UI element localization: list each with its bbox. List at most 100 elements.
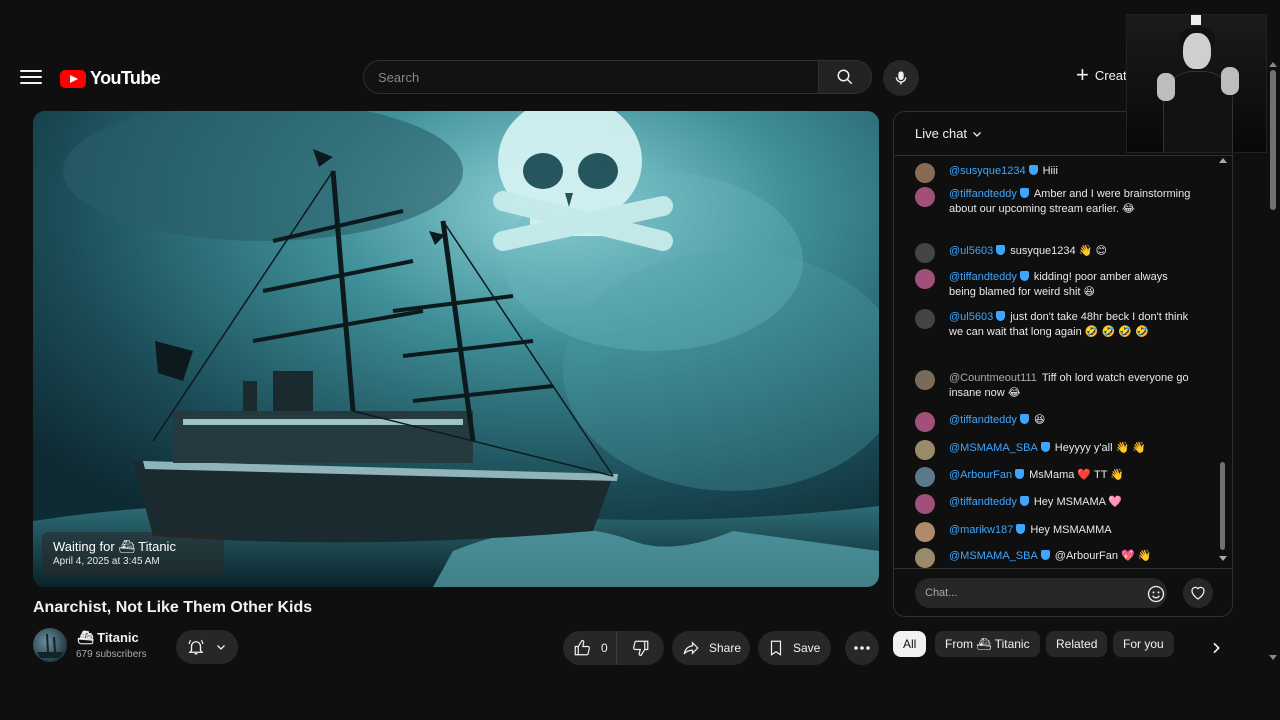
waiting-overlay: Waiting for ⛴ Titanic April 4, 2025 at 3… <box>42 532 224 575</box>
share-button[interactable]: Share <box>672 631 750 665</box>
chat-scroll-down[interactable] <box>1219 556 1227 561</box>
chat-author-name[interactable]: @tiffandteddy <box>949 414 1029 426</box>
chat-author-name[interactable]: @MSMAMA_SBA <box>949 442 1050 454</box>
chat-author-avatar[interactable] <box>915 269 935 289</box>
page-scroll-down[interactable] <box>1269 655 1277 660</box>
chat-scrollbar[interactable] <box>1220 462 1225 550</box>
chat-input[interactable] <box>915 578 1167 608</box>
verified-badge-icon <box>1016 524 1026 534</box>
notification-button[interactable] <box>176 630 238 664</box>
share-label: Share <box>709 641 742 655</box>
chat-author-avatar[interactable] <box>915 163 935 183</box>
chat-author-avatar[interactable] <box>915 548 935 568</box>
logo-text: YouTube <box>90 68 161 88</box>
chat-author-name[interactable]: @ArbourFan <box>949 469 1025 481</box>
verified-badge-icon <box>1019 188 1029 198</box>
chat-author-name[interactable]: @tiffandteddy <box>949 188 1029 200</box>
more-actions-button[interactable] <box>845 631 879 665</box>
subscriber-count: 679 subscribers <box>76 649 147 660</box>
youtube-play-icon <box>60 69 86 88</box>
chat-message-text: @ArbourFan 💖 👋 <box>1054 550 1152 562</box>
search-button[interactable] <box>818 60 872 94</box>
video-thumbnail <box>33 111 879 587</box>
live-chat-label: Live chat <box>915 126 968 141</box>
dislike-button[interactable] <box>617 631 664 665</box>
emoji-icon <box>1147 585 1165 603</box>
chat-author-name[interactable]: @ul5603 <box>949 311 1006 323</box>
chat-message-body: @tiffandteddy Hey MSMAMA 🩷 <box>949 495 1194 510</box>
page-scrollbar[interactable] <box>1270 70 1276 210</box>
chat-author-name[interactable]: @marikw187 <box>949 524 1026 536</box>
chevron-right-icon <box>1213 642 1220 654</box>
chip-from-channel[interactable]: From ⛴ Titanic <box>935 631 1040 657</box>
chat-message-body: @marikw187 Hey MSMAMMA <box>949 523 1194 538</box>
verified-badge-icon <box>1028 165 1038 175</box>
bell-icon <box>188 639 204 655</box>
chip-for-you[interactable]: For you <box>1113 631 1174 657</box>
waiting-title: Waiting for ⛴ Titanic <box>53 539 176 554</box>
save-button[interactable]: Save <box>758 631 831 665</box>
chat-message-list[interactable]: @susyque1234 Hiii @tiffandteddy Amber and I… <box>894 157 1232 568</box>
chat-author-name[interactable]: @tiffandteddy <box>949 271 1029 283</box>
chat-author-avatar[interactable] <box>915 187 935 207</box>
chat-message-text: 😆 <box>1033 414 1046 426</box>
verified-badge-icon <box>1019 496 1029 506</box>
chip-all[interactable]: All <box>893 631 927 657</box>
video-player[interactable] <box>33 111 879 587</box>
page-scroll-up[interactable] <box>1269 62 1277 67</box>
chat-author-name[interactable]: @MSMAMA_SBA <box>949 550 1050 562</box>
verified-badge-icon <box>1019 271 1029 281</box>
thumbs-up-icon <box>574 639 590 656</box>
channel-avatar[interactable] <box>33 628 67 662</box>
chat-message-body: @Countmeout111 Tiff oh lord watch everyon… <box>949 371 1194 401</box>
chat-message-body: @MSMAMA_SBA Heyyyy y'all 👋 👋 <box>949 441 1194 456</box>
chat-author-name[interactable]: @tiffandteddy <box>949 496 1029 508</box>
emoji-button[interactable] <box>1146 584 1166 609</box>
chat-message-text: MsMama ❤️ TT 👋 <box>1029 469 1124 481</box>
chips-next-button[interactable] <box>1208 640 1224 661</box>
verified-badge-icon <box>1040 550 1050 560</box>
chat-author-avatar[interactable] <box>915 243 935 263</box>
chat-message-body: @tiffandteddy kidding! poor amber always … <box>949 270 1194 300</box>
chat-author-avatar[interactable] <box>915 309 935 329</box>
menu-icon[interactable] <box>20 66 42 88</box>
chat-author-avatar[interactable] <box>915 440 935 460</box>
chat-author-avatar[interactable] <box>915 467 935 487</box>
verified-badge-icon <box>996 245 1006 255</box>
voice-search-button[interactable] <box>883 60 919 96</box>
live-chat-panel: Live chat @susyque1234 Hiii @tiffandteddy A… <box>893 111 1233 617</box>
like-button[interactable]: 0 <box>563 631 617 665</box>
scheduled-date: April 4, 2025 at 3:45 AM <box>53 556 160 567</box>
chat-author-name[interactable]: @ul5603 <box>949 245 1006 257</box>
show-appreciation-button[interactable] <box>1183 578 1213 608</box>
chat-message-text: Heyyyy y'all 👋 👋 <box>1054 442 1147 454</box>
channel-name[interactable]: ⛴ Titanic <box>77 630 139 646</box>
chip-related[interactable]: Related <box>1046 631 1108 657</box>
chat-author-name[interactable]: @Countmeout111 <box>949 372 1037 384</box>
verified-badge-icon <box>1040 442 1050 452</box>
thumbs-down-icon <box>632 640 648 657</box>
webcam-overlay <box>1126 14 1267 153</box>
avatar-image <box>37 633 63 658</box>
chat-message-text: susyque1234 👋 😊 <box>1010 245 1107 257</box>
save-label: Save <box>793 641 821 655</box>
search-icon <box>837 69 853 85</box>
more-icon <box>854 646 870 650</box>
chevron-down-icon <box>217 645 225 650</box>
chat-author-avatar[interactable] <box>915 412 935 432</box>
verified-badge-icon <box>996 311 1006 321</box>
chat-message-body: @susyque1234 Hiii <box>949 164 1194 179</box>
chat-scroll-up[interactable] <box>1219 158 1227 163</box>
heart-icon <box>1191 586 1205 600</box>
chat-author-name[interactable]: @susyque1234 <box>949 165 1038 177</box>
youtube-logo[interactable]: YouTube <box>60 68 161 89</box>
chat-message-text: Hiii <box>1042 165 1058 177</box>
chat-author-avatar[interactable] <box>915 522 935 542</box>
verified-badge-icon <box>1019 414 1029 424</box>
like-count: 0 <box>601 641 608 655</box>
chat-author-avatar[interactable] <box>915 370 935 390</box>
chat-author-avatar[interactable] <box>915 494 935 514</box>
search-input[interactable] <box>364 61 818 93</box>
like-dislike-group: 0 <box>563 631 664 665</box>
chat-message-text: Hey MSMAMMA <box>1030 524 1112 536</box>
